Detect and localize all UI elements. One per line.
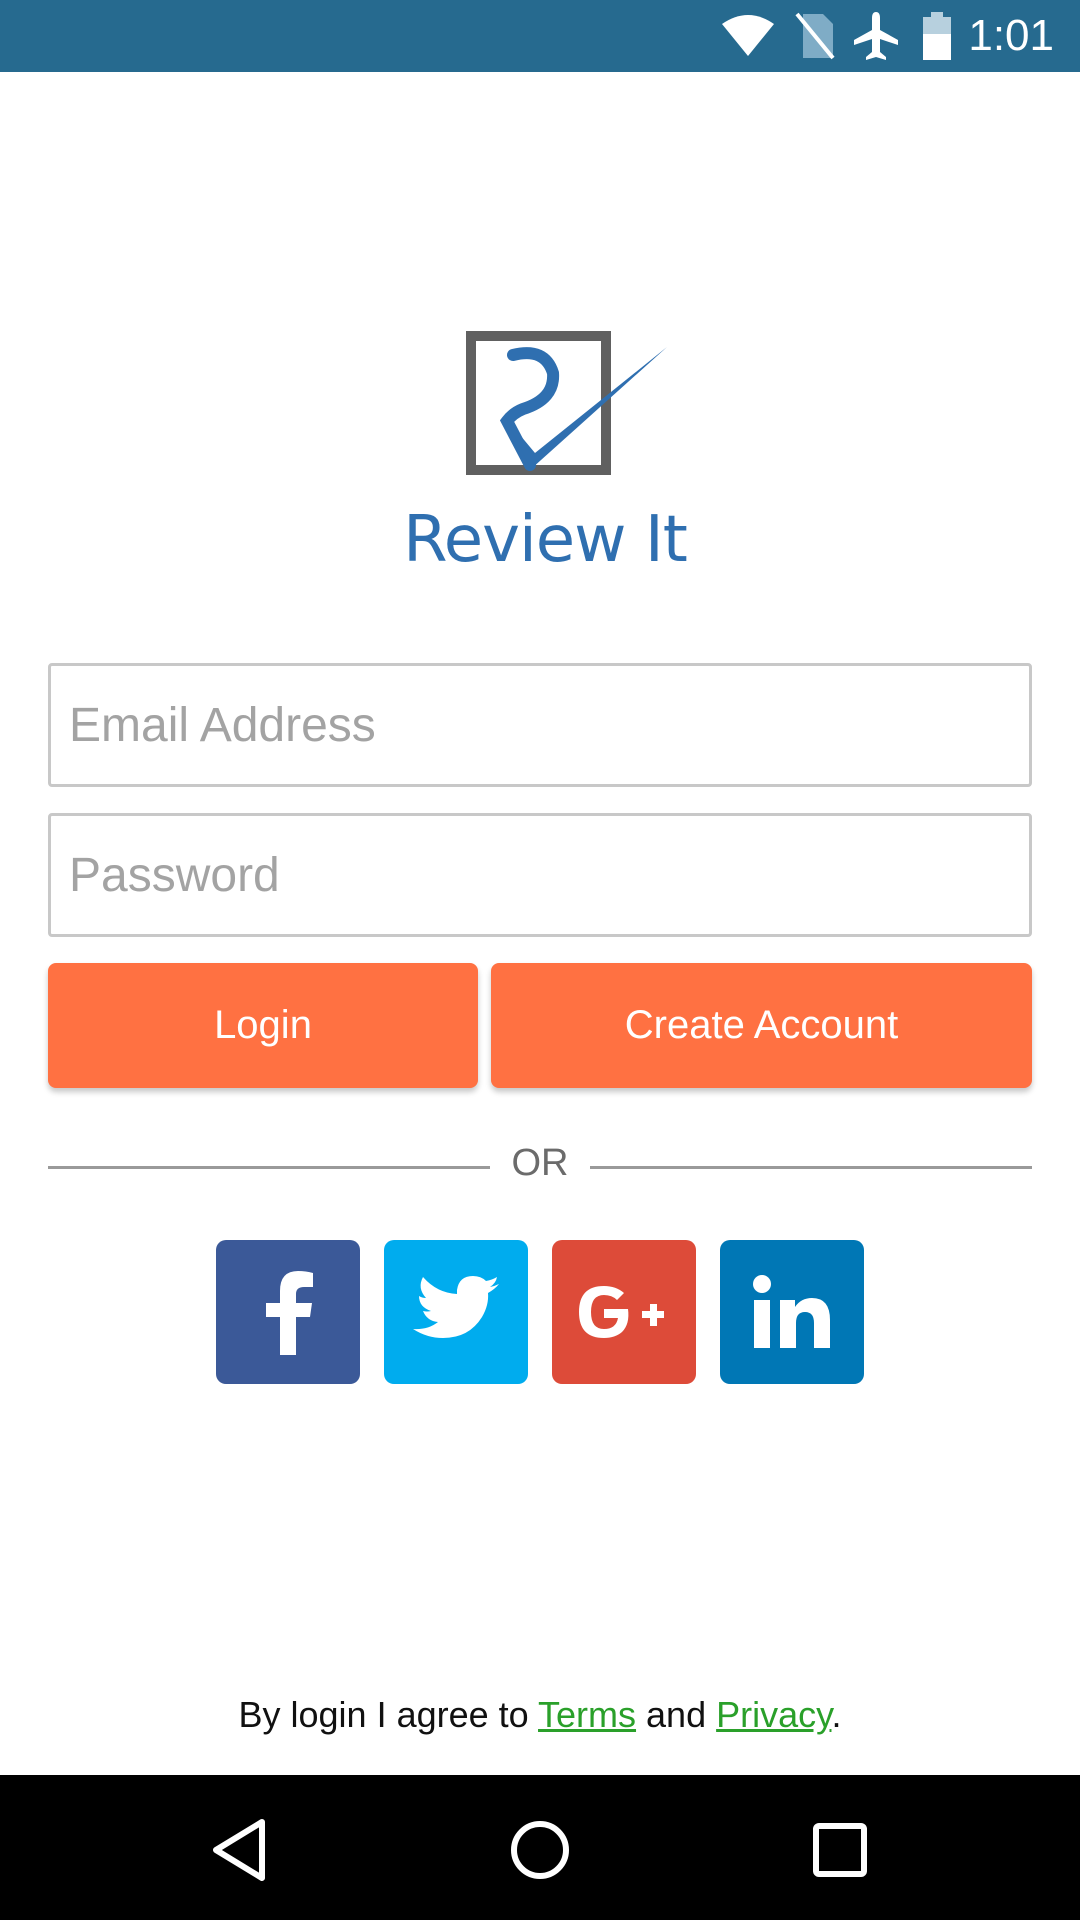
home-button[interactable] [485, 1795, 595, 1905]
airplane-mode-icon [854, 12, 898, 60]
password-field[interactable] [48, 813, 1032, 937]
facebook-login-button[interactable] [216, 1240, 360, 1384]
twitter-icon [413, 1276, 499, 1338]
google-plus-login-button[interactable] [552, 1240, 696, 1384]
twitter-login-button[interactable] [384, 1240, 528, 1384]
back-icon [213, 1819, 265, 1881]
no-sim-icon [795, 12, 835, 60]
logo-text: Review It [403, 503, 688, 577]
terms-prefix: By login I agree to [238, 1694, 539, 1735]
terms-agreement: By login I agree to Terms and Privacy. [0, 1694, 1080, 1736]
linkedin-icon [753, 1275, 830, 1348]
recent-apps-button[interactable] [785, 1795, 895, 1905]
privacy-link[interactable]: Privacy [716, 1694, 831, 1735]
wifi-icon [722, 15, 774, 56]
review-it-logo-icon [466, 331, 667, 475]
create-account-button[interactable]: Create Account [491, 963, 1032, 1088]
status-bar: 1:01 [0, 0, 1080, 72]
login-button[interactable]: Login [48, 963, 478, 1088]
home-icon [511, 1821, 569, 1879]
status-time: 1:01 [968, 11, 1054, 60]
divider-line-left [48, 1166, 490, 1169]
recent-apps-icon [813, 1823, 867, 1877]
facebook-icon [266, 1271, 313, 1355]
divider-line-right [590, 1166, 1032, 1169]
or-divider-text: OR [511, 1142, 569, 1184]
terms-suffix: . [831, 1694, 842, 1735]
terms-middle: and [636, 1694, 717, 1735]
app-logo: Review It [395, 325, 695, 577]
linkedin-login-button[interactable] [720, 1240, 864, 1384]
navigation-bar [0, 1775, 1080, 1920]
email-field[interactable] [48, 663, 1032, 787]
battery-icon [923, 12, 951, 60]
back-button[interactable] [185, 1795, 295, 1905]
google-plus-icon [579, 1286, 664, 1338]
terms-link[interactable]: Terms [538, 1694, 636, 1735]
